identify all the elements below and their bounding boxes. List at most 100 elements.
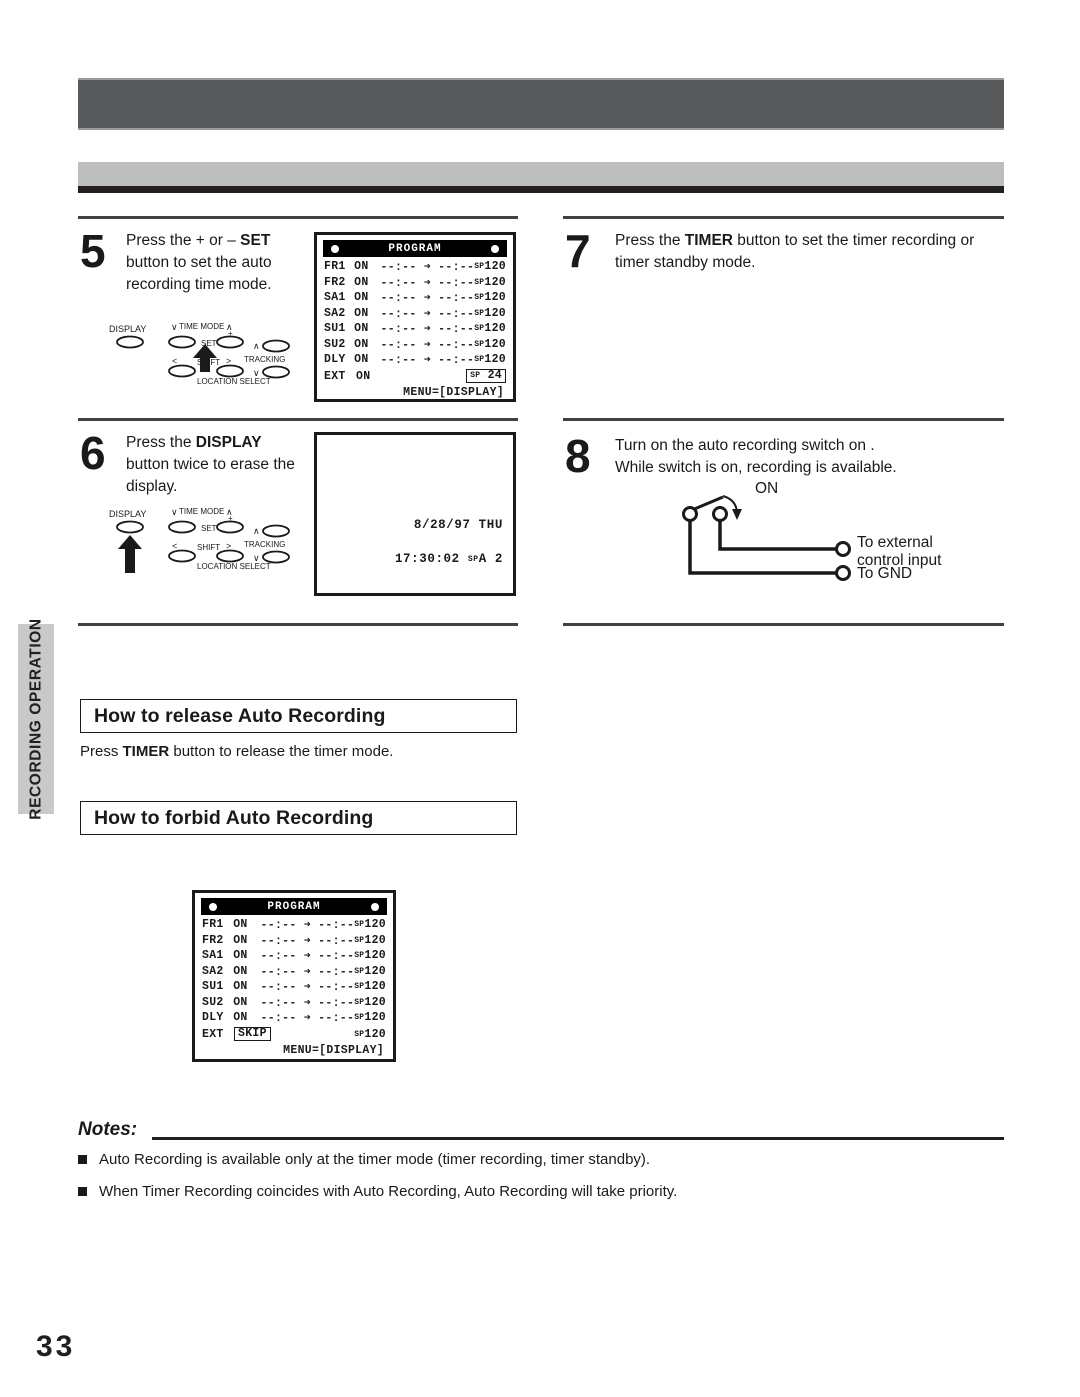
program-row-state: ON [354, 275, 369, 289]
program-row-times: --:-- ➜ --:-- [380, 338, 475, 352]
tv-screen-time: 17:30:02 [394, 552, 460, 566]
step-7: 7 Press the TIMER button to set the time… [565, 228, 1005, 298]
program-row: DLY ON --:-- ➜ --:-- SP120 [324, 352, 506, 368]
program-row-rate-value: 120 [484, 337, 506, 351]
program-row-times: --:-- ➜ --:-- [380, 276, 475, 290]
program-row-rate: SP120 [474, 307, 506, 320]
program-row-rate-value: 120 [364, 918, 386, 932]
program-row: FR2 ON --:-- ➜ --:-- SP120 [324, 275, 506, 291]
program-row-rate-value: 120 [484, 260, 506, 274]
program-row-sp: SP [474, 308, 485, 318]
tv-screen-mode: A 2 [478, 552, 503, 566]
program-row-day: SU1 [324, 322, 346, 336]
program-row: FR1 ON --:-- ➜ --:-- SP120 [202, 917, 386, 933]
program-row-state: ON [354, 260, 369, 274]
program-row-rate: SP120 [354, 996, 386, 1009]
program-screen-1-rows: FR1 ON --:-- ➜ --:-- SP120 FR2 ON --:-- … [317, 259, 513, 385]
program-row-rate: SP120 [354, 1028, 386, 1041]
program-row-rate-value: 120 [364, 1027, 386, 1041]
section-body-release-post: button to release the timer mode. [169, 743, 394, 760]
program-row-times: --:-- ➜ --:-- [260, 1012, 355, 1026]
chevron-up-icon-tracking: ∧ [253, 526, 260, 536]
program-row-rate: SP120 [354, 949, 386, 962]
program-row-rate: SP120 [474, 338, 506, 351]
program-row-rate-value: 120 [364, 1011, 386, 1025]
program-row-day: EXT [202, 1027, 224, 1041]
header-light-bar [78, 162, 1004, 186]
program-row-sp: SP [354, 951, 365, 961]
program-row-day: SU2 [324, 337, 346, 351]
section-body-release-bold: TIMER [122, 743, 170, 760]
remote-display-label: DISPLAY [109, 509, 146, 519]
remote-display-label: DISPLAY [109, 324, 146, 334]
plus-icon: + [228, 329, 233, 338]
program-row-times: --:-- ➜ --:-- [260, 996, 355, 1010]
tracking-up-button-icon [262, 339, 290, 353]
switch-terminal-left-icon [682, 506, 698, 522]
step-8-line1: Turn on the auto recording switch on . [615, 437, 875, 454]
header-rule [78, 186, 1004, 193]
chevron-down-icon-timemode: ∨ [171, 322, 178, 332]
program-row-day: SU1 [202, 980, 224, 994]
step-5-line3: recording time mode. [126, 276, 272, 293]
program-row-day: SA1 [324, 291, 346, 305]
program-row-rate-highlighted: SP 24 [466, 369, 506, 383]
shift-left-button-icon [168, 364, 196, 378]
switch-terminal-right-icon [712, 506, 728, 522]
program-row-sp: SP [354, 920, 365, 930]
program-screen-2-titlebar: PROGRAM [201, 898, 387, 915]
program-row-rate: SP120 [474, 322, 506, 335]
program-row-rate-value: 120 [364, 980, 386, 994]
header-dark-bar [78, 78, 1004, 130]
plus-icon: + [228, 514, 233, 523]
remote-time-mode-label: TIME MODE [179, 322, 224, 331]
divider-left-mid [78, 418, 518, 421]
program-row-rate: SP120 [354, 934, 386, 947]
program-row-day: SU2 [202, 995, 224, 1009]
note-item-text: Auto Recording is available only at the … [99, 1151, 651, 1168]
switch-on-label: ON [755, 480, 779, 497]
program-row-sp: SP [354, 1013, 365, 1023]
connector-gnd-icon [835, 565, 851, 581]
step-8-line2: While switch is on, recording is availab… [615, 459, 897, 476]
program-row-day: EXT [324, 369, 346, 383]
note-bullet-icon [78, 1187, 87, 1196]
switch-rotation-arrowhead-icon [732, 509, 742, 520]
program-row-day: FR1 [324, 260, 346, 274]
program-row-rate: SP120 [474, 353, 506, 366]
note-item: When Timer Recording coincides with Auto… [78, 1182, 978, 1202]
program-row-times: --:-- ➜ --:-- [260, 950, 355, 964]
program-row-times: --:-- ➜ --:-- [380, 354, 475, 368]
record-dot-left-icon [331, 244, 339, 253]
wire-external-control [718, 521, 837, 551]
remote-set-label: SET [201, 524, 217, 533]
record-dot-right-icon [491, 244, 499, 253]
program-row-state: ON [233, 964, 248, 978]
program-row-sp: SP [474, 293, 485, 303]
minus-icon: – [172, 518, 177, 527]
program-row-rate: SP120 [354, 965, 386, 978]
step-5-line1-bold: SET [240, 232, 271, 249]
program-row-sp: SP [474, 355, 485, 365]
program-row-state-highlighted: SKIP [234, 1027, 271, 1041]
page-number: 33 [36, 1330, 76, 1363]
program-row-sp: SP [474, 324, 485, 334]
program-row-state: ON [356, 369, 371, 383]
section-side-tab: RECORDING OPERATION [18, 618, 54, 820]
program-row-rate-value: 120 [484, 291, 506, 305]
program-row-times: --:-- ➜ --:-- [380, 261, 475, 275]
program-row-state: ON [233, 933, 248, 947]
program-row-rate-value: 120 [364, 949, 386, 963]
program-row-state: ON [354, 291, 369, 305]
program-row-state: ON [354, 337, 369, 351]
remote-tracking-label: TRACKING [244, 540, 285, 549]
program-row-rate: SP120 [474, 291, 506, 304]
shift-right-button-icon [216, 549, 244, 563]
program-screen-2-menu: MENU=[DISPLAY] [283, 1043, 384, 1057]
program-row-day: SA2 [202, 964, 224, 978]
remote-location-select-label: LOCATION SELECT [197, 377, 271, 386]
connector-external-control-icon [835, 541, 851, 557]
chevron-right-icon: > [226, 356, 231, 366]
program-row-rate: SP120 [354, 1011, 386, 1024]
program-row-state: ON [233, 980, 248, 994]
